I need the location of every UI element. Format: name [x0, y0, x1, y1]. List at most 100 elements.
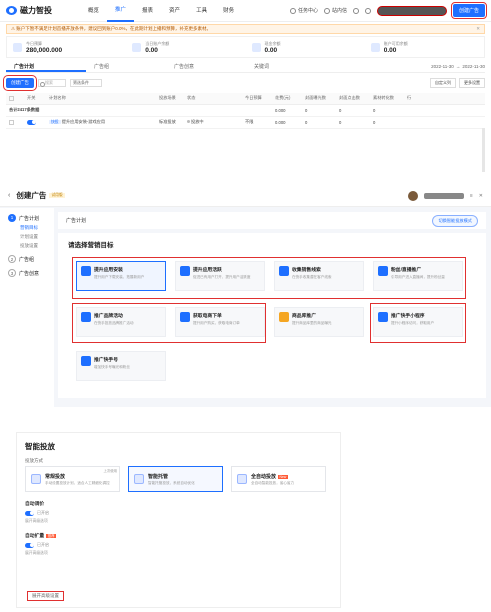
row-name[interactable]: 提升应用安装-游戏应用	[62, 119, 105, 124]
step-label: 广告创意	[19, 270, 40, 277]
filter-select[interactable]: 筛选条件	[70, 79, 102, 87]
settings-icon[interactable]	[364, 7, 371, 14]
goal-sales-leads[interactable]: 收集销售线索在快手收集潜在客户线索	[274, 261, 364, 291]
toolbar-right: 自定义列 更多设置	[430, 78, 485, 88]
goal-app-install[interactable]: 提升应用安装 提升用户下载安装，拓展新用户	[76, 261, 166, 291]
goal-ecommerce-order[interactable]: 获取电商下单 提升用户购买，获取电商订单	[175, 307, 265, 337]
goal-title: 粉丝/直播推广	[391, 268, 422, 273]
nav-assets[interactable]: 资产	[161, 0, 188, 22]
nav-reports[interactable]: 报表	[134, 0, 161, 22]
avatar[interactable]	[407, 190, 418, 201]
nav-promotion[interactable]: 推广	[107, 0, 135, 22]
tab-keyword[interactable]: 关键词	[246, 61, 326, 72]
wallet-icon	[370, 42, 380, 52]
more-settings-button[interactable]: 更多设置	[459, 78, 485, 88]
date-range-picker[interactable]: 2022-11-30 → 2022-11-30	[423, 61, 485, 72]
app-active-icon	[180, 266, 190, 276]
auto-bid-toggle[interactable]	[25, 510, 34, 516]
delivery-modes: 上次使用 常规投放 手动设置投放计划，适合人工精细化调控 智能托管 智能托管投放，系…	[17, 466, 340, 492]
col-header	[6, 93, 24, 105]
close-icon[interactable]: ✕	[479, 193, 483, 199]
col-header: 花费(元)	[272, 93, 302, 105]
level-tabs: 广告计划 广告组 广告创意 关键词 2022-11-30 → 2022-11-30	[6, 61, 485, 73]
goal-product-library[interactable]: 商品库推广 提升商品库里的商品曝光	[274, 307, 364, 337]
step-sidebar: 1 广告计划 营销目标 计划设置 投放设置 2 广告组 3 广告创意	[0, 208, 54, 407]
date-end: 2022-11-30	[462, 64, 485, 69]
close-icon[interactable]: ✕	[476, 26, 480, 32]
version-badge: 试用版	[49, 193, 65, 198]
table-row[interactable]: 快投 提升应用安装-游戏应用 标准投放 投放中 不限 0.000 0 0 0	[6, 116, 485, 129]
mode-title: 全自动投放	[251, 473, 277, 480]
back-arrow-icon[interactable]: ‹	[8, 192, 10, 199]
row-v2: 0	[336, 116, 370, 129]
messages[interactable]: 站内信	[323, 7, 347, 14]
help-icon[interactable]	[352, 7, 359, 14]
stat-budget: 今日预算 280,000.000	[7, 37, 126, 57]
substep-plan-settings[interactable]: 计划设置	[0, 231, 54, 240]
auto-expand-toggle[interactable]	[25, 542, 34, 548]
expand-advanced-button[interactable]: 展开高级设置	[27, 591, 64, 601]
goal-fans-live[interactable]: 粉丝/直播推广 引导用户进入直播间，提升粉丝量	[373, 261, 463, 291]
brand-icon	[81, 312, 91, 322]
mode-full-auto[interactable]: 全自动投放 New 全自动智能投放，省心省力	[231, 466, 326, 492]
col-header: 计划名称	[46, 93, 126, 105]
smart-delivery-title: 智能投放	[25, 442, 55, 451]
goal-title: 提升应用活跃	[193, 268, 222, 273]
budget-icon	[13, 42, 22, 52]
create-ad-button[interactable]: 创建广告	[3, 75, 37, 91]
step-ad-group[interactable]: 2 广告组	[0, 249, 54, 263]
task-center[interactable]: 任务中心	[289, 7, 318, 14]
goal-app-active[interactable]: 提升应用活跃促进已有用户打开，提升用户活跃度	[175, 261, 265, 291]
goal-desc: 提升商品库里的商品曝光	[292, 321, 332, 325]
goal-brand-activity[interactable]: 推广品牌活动 在快手投放品牌推广活动	[76, 307, 166, 337]
tab-ad-plan[interactable]: 广告计划	[6, 61, 86, 72]
col-header: 行	[404, 93, 485, 105]
goal-mini-program[interactable]: 推广快手小程序 提升小程序访问，获取用户	[373, 307, 463, 337]
logo-text: 磁力智投	[20, 6, 52, 15]
mode-regular[interactable]: 上次使用 常规投放 手动设置投放计划，适合人工精细化调控	[25, 466, 120, 492]
step-ad-plan[interactable]: 1 广告计划	[0, 208, 54, 222]
custom-columns-button[interactable]: 自定义列	[430, 78, 456, 88]
mode-smart-hosting[interactable]: 智能托管 智能托管投放，系统自动优化	[128, 466, 223, 492]
goal-kuaishou-account[interactable]: 推广快手号 增加快手号曝光和粉丝	[76, 351, 166, 381]
option-title: 自动扩量	[25, 534, 45, 539]
mini-program-icon	[378, 312, 388, 322]
row-toggle[interactable]	[27, 119, 36, 125]
goal-title: 收集销售线索	[292, 268, 321, 273]
row-cost: 0.000	[272, 116, 302, 129]
goal-desc: 提升用户下载安装，拓展新用户	[94, 275, 145, 279]
create-ad-button-top[interactable]: 创建广告	[450, 2, 488, 19]
select-all-checkbox[interactable]	[9, 95, 14, 101]
tab-ad-creative[interactable]: 广告创意	[166, 61, 246, 72]
section-header: 广告计划 切换智能投放模式	[58, 212, 486, 229]
user-name-redacted[interactable]	[423, 192, 464, 199]
row-checkbox[interactable]	[9, 119, 14, 125]
stat-value: 0.00	[383, 46, 397, 54]
step-ad-creative[interactable]: 3 广告创意	[0, 263, 54, 277]
messages-label: 站内信	[331, 8, 347, 14]
tab-ad-group[interactable]: 广告组	[86, 61, 166, 72]
smart-mode-button[interactable]: 切换智能投放模式	[432, 214, 478, 227]
user-account-pill[interactable]	[376, 5, 447, 16]
option-sub-link[interactable]: 展开高级选项	[25, 551, 332, 556]
row-budget: 不限	[242, 116, 272, 129]
nav-overview[interactable]: 概览	[80, 0, 107, 22]
mode-desc: 全自动智能投放，省心省力	[251, 480, 295, 485]
mode-title: 常规投放	[45, 473, 66, 480]
substep-delivery-settings[interactable]: 投放设置	[0, 240, 54, 249]
marketing-goal-title: 请选择营销目标	[68, 242, 114, 249]
col-header	[212, 93, 242, 105]
goal-desc: 在快手收集潜在客户线索	[292, 275, 332, 279]
substep-marketing-goal[interactable]: 营销目标	[0, 222, 54, 231]
menu-icon[interactable]: ≡	[470, 193, 473, 199]
nav-tools[interactable]: 工具	[188, 0, 215, 22]
nav-finance[interactable]: 财务	[215, 0, 242, 22]
auto-expand-option: 自动扩量 推荐 已开启 展开高级选项	[17, 524, 340, 556]
header-right: ≡ ✕	[407, 190, 483, 201]
goal-desc: 促进已有用户打开，提升用户活跃度	[193, 275, 251, 279]
goal-title: 推广快手号	[94, 358, 118, 363]
search-input[interactable]: 搜索	[38, 79, 66, 87]
stat-label: 当日账户余额	[145, 40, 170, 46]
table-scrollbar[interactable]	[482, 128, 485, 172]
warning-banner: ⚠ 账户下暂不满足计划首播开放条件，建议回到账户0.0%，在此期计划上播和预算，…	[6, 24, 485, 34]
